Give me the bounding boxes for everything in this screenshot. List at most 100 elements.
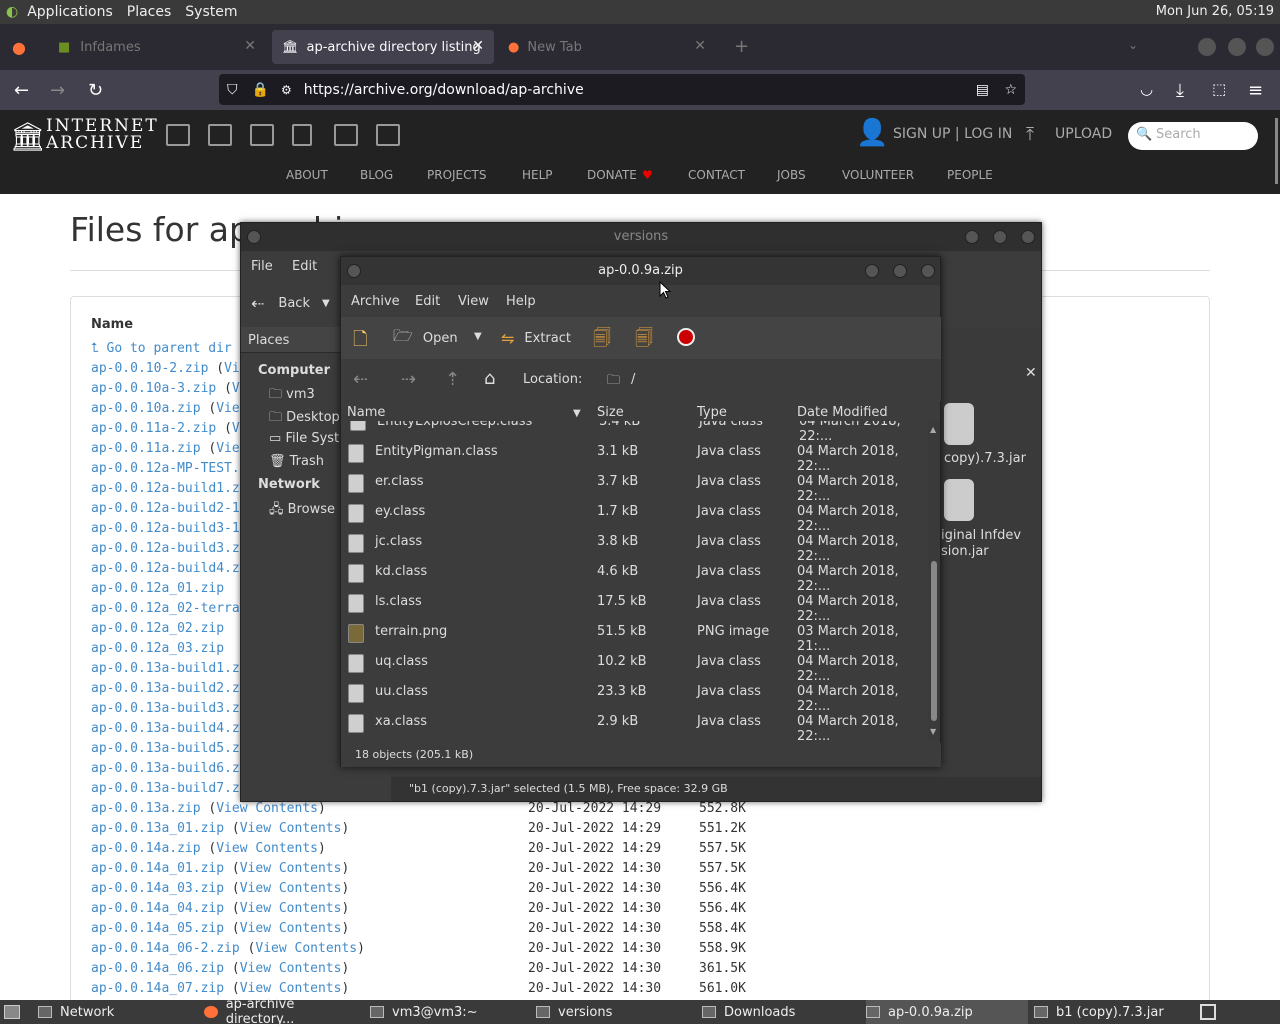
nav-about[interactable]: ABOUT [286, 168, 328, 182]
file-link[interactable]: ap-0.0.14a_06.zip [91, 961, 224, 976]
menu-system[interactable]: System [185, 4, 237, 20]
file-link-row[interactable]: ap-0.0.10a-3.zip (V [91, 381, 240, 396]
video-icon[interactable] [250, 124, 274, 146]
back-button[interactable]: ⇠ Back ▼ [247, 289, 339, 317]
tab-ap-archive[interactable]: 🏛 ap-archive directory listing ✕ [272, 30, 494, 64]
pocket-icon[interactable]: ◡ [1140, 80, 1153, 98]
firefox-icon[interactable]: ● [12, 38, 26, 57]
file-link-row[interactable]: ap-0.0.12a_01.zip [91, 581, 224, 596]
scroll-up-icon[interactable]: ▲ [930, 425, 936, 434]
taskbar-item[interactable]: ap-0.0.9a.zip [866, 1000, 1028, 1024]
up-arrow-icon[interactable]: ⇡ [445, 369, 460, 390]
file-link[interactable]: ap-0.0.13a-build3.z [91, 701, 240, 716]
taskbar-item[interactable]: Downloads [702, 1000, 862, 1024]
extract-button[interactable]: ⇋ Extract [501, 325, 571, 351]
file-link[interactable]: ap-0.0.14a_03.zip [91, 881, 224, 896]
maximize-icon[interactable] [993, 230, 1007, 244]
file-label-infdev-line2[interactable]: sion.jar [941, 544, 989, 559]
view-contents-link[interactable]: View Contents [240, 961, 342, 976]
file-link-row[interactable]: ap-0.0.11a-2.zip (V [91, 421, 240, 436]
file-link[interactable]: ap-0.0.13a-build2.z [91, 681, 240, 696]
close-window-icon[interactable] [1256, 38, 1274, 56]
minimize-icon[interactable] [865, 264, 879, 278]
view-contents-link[interactable]: Vi [224, 361, 240, 376]
file-link[interactable]: ap-0.0.12a_01.zip [91, 581, 224, 596]
location-path[interactable]: / [631, 372, 635, 387]
window-menu-icon[interactable] [247, 230, 261, 244]
list-tabs-icon[interactable]: ⌄ [1128, 38, 1138, 52]
mate-menu-icon[interactable]: ◐ [6, 4, 18, 20]
upload-icon[interactable]: ⤒ [1026, 124, 1034, 145]
file-row[interactable]: er.class 3.7 kB Java class 04 March 2018, 2… [343, 467, 929, 504]
sidebar-item-trash[interactable]: 🗑 Trash [269, 454, 324, 469]
signup-login-link[interactable]: SIGN UP | LOG IN [893, 126, 1012, 142]
file-link[interactable]: ap-0.0.13a-build4.z [91, 721, 240, 736]
taskbar-item[interactable]: b1 (copy).7.3.jar [1034, 1000, 1194, 1024]
file-row[interactable]: uu.class 23.3 kB Java class 04 March 2018, … [343, 677, 929, 714]
window-menu-icon[interactable] [347, 264, 361, 278]
view-contents-link[interactable]: View Contents [240, 981, 342, 996]
url-text[interactable]: https://archive.org/download/ap-archive [304, 82, 584, 98]
bookmark-star-icon[interactable]: ☆ [1004, 82, 1017, 98]
file-link-row[interactable]: ap-0.0.14a_07.zip (View Contents) [91, 981, 349, 996]
file-link[interactable]: ap-0.0.14a_06-2.zip [91, 941, 240, 956]
maximize-icon[interactable] [893, 264, 907, 278]
file-row[interactable]: ls.class 17.5 kB Java class 04 March 2018, … [343, 587, 929, 624]
nav-donate[interactable]: DONATE [587, 168, 637, 182]
menu-edit[interactable]: Edit [415, 294, 440, 309]
file-link-row[interactable]: ap-0.0.14a_05.zip (View Contents) [91, 921, 349, 936]
file-link-row[interactable]: ap-0.0.14a_06.zip (View Contents) [91, 961, 349, 976]
close-tab-icon[interactable]: ✕ [472, 38, 484, 54]
file-link-row[interactable]: ap-0.0.13a.zip (View Contents) [91, 801, 326, 816]
jar-file-icon[interactable] [944, 403, 974, 445]
col-header-name[interactable]: Name [347, 405, 385, 420]
software-icon[interactable] [334, 124, 358, 146]
shield-icon[interactable]: ⛉ [227, 82, 238, 98]
file-link-row[interactable]: ap-0.0.10-2.zip (Vi [91, 361, 240, 376]
file-row[interactable]: xa.class 2.9 kB Java class 04 March 2018, 2… [343, 707, 929, 741]
nav-jobs[interactable]: JOBS [777, 168, 806, 182]
upload-link[interactable]: UPLOAD [1055, 126, 1112, 142]
new-archive-icon[interactable]: 🗋 [353, 327, 367, 357]
open-button[interactable]: 🗁 Open [393, 325, 458, 351]
open-dropdown-icon[interactable]: ▼ [474, 331, 482, 342]
file-link[interactable]: ap-0.0.12a_03.zip [91, 641, 224, 656]
tab-new-tab[interactable]: ● New Tab ✕ [498, 30, 716, 64]
close-pane-icon[interactable]: ✕ [1025, 365, 1037, 381]
file-link-row[interactable]: ap-0.0.13a-build6.z [91, 761, 240, 776]
workspace-switcher[interactable] [1200, 1004, 1216, 1020]
file-link[interactable]: ap-0.0.11a.zip [91, 441, 201, 456]
view-contents-link[interactable]: V [232, 421, 240, 436]
view-contents-link[interactable]: View Contents [240, 881, 342, 896]
close-tab-icon[interactable]: ✕ [244, 38, 256, 54]
window-title[interactable]: versions [241, 223, 1041, 251]
col-header-type[interactable]: Type [697, 405, 727, 420]
view-contents-link[interactable]: View Contents [240, 921, 342, 936]
view-contents-link[interactable]: View Contents [255, 941, 357, 956]
taskbar-item[interactable]: Network [38, 1000, 198, 1024]
menu-view[interactable]: View [458, 294, 489, 309]
file-link[interactable]: ap-0.0.10a-3.zip [91, 381, 216, 396]
ia-logo-icon[interactable]: 🏛 [10, 120, 46, 153]
stop-icon[interactable] [677, 328, 695, 346]
page-scrollbar[interactable] [1275, 118, 1278, 184]
file-link-row[interactable]: ap-0.0.13a_01.zip (View Contents) [91, 821, 349, 836]
file-link[interactable]: ap-0.0.10-2.zip [91, 361, 208, 376]
web-icon[interactable] [166, 124, 190, 146]
add-files-icon[interactable]: 🗐 [593, 326, 611, 356]
hamburger-menu-icon[interactable]: ≡ [1248, 80, 1263, 101]
scroll-thumb[interactable] [931, 561, 937, 721]
file-label-copy-jar[interactable]: copy).7.3.jar [944, 451, 1026, 466]
view-contents-link[interactable]: V [232, 381, 240, 396]
reload-icon[interactable]: ↻ [88, 80, 103, 101]
menu-applications[interactable]: Applications [27, 4, 113, 20]
new-tab-icon[interactable]: + [734, 36, 749, 57]
minimize-icon[interactable] [965, 230, 979, 244]
file-row[interactable]: terrain.png 51.5 kB PNG image 03 March 2018… [343, 617, 929, 654]
file-link-row[interactable]: ap-0.0.13a-build4.z [91, 721, 240, 736]
file-row[interactable]: EntityExplosCreep.class 3.4 kB Java clas… [345, 421, 929, 444]
home-icon[interactable]: ⌂ [484, 368, 495, 389]
file-row[interactable]: kd.class 4.6 kB Java class 04 March 2018, 2… [343, 557, 929, 594]
file-link[interactable]: ap-0.0.13a_01.zip [91, 821, 224, 836]
permissions-icon[interactable]: ⚙ [281, 83, 292, 97]
